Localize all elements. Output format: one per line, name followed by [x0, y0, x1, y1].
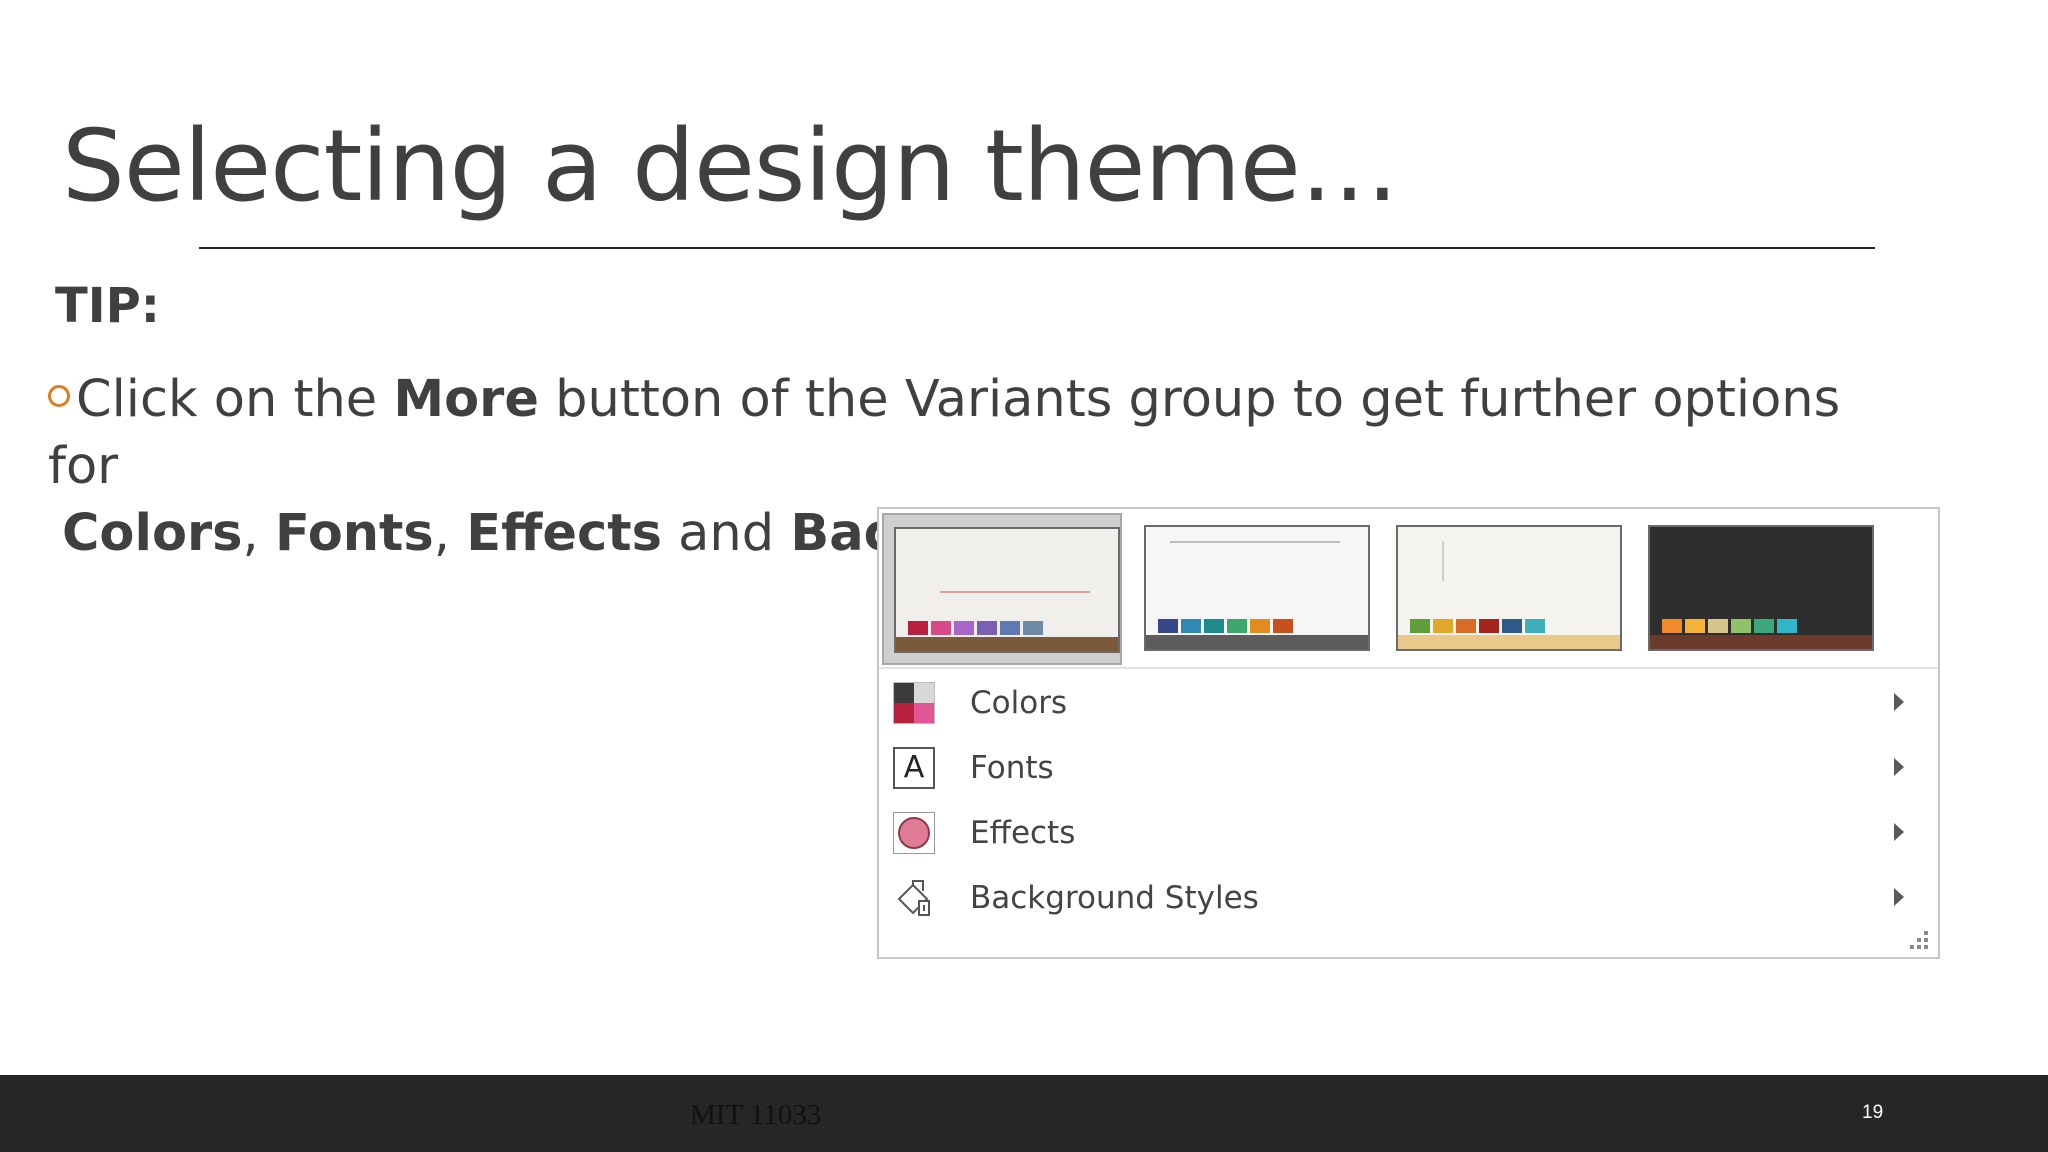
menu-label-colors: Colors	[970, 685, 1068, 721]
color-swatch	[1204, 619, 1224, 633]
menu-item-effects[interactable]: Effects	[879, 801, 1938, 861]
menu-item-fonts[interactable]: A Fonts	[879, 736, 1938, 796]
slide-title: Selecting a design theme…	[62, 109, 1399, 224]
variant-floor	[1650, 635, 1872, 649]
bullet-bold-colors: Colors	[62, 504, 243, 563]
bullet-bold-fonts: Fonts	[274, 504, 434, 563]
bullet-text: ,	[433, 504, 467, 563]
bullet-bold-effects: Effects	[466, 504, 662, 563]
submenu-arrow-icon	[1894, 693, 1904, 711]
variant-floor	[896, 637, 1118, 651]
color-swatch-row	[1662, 619, 1797, 633]
color-swatch	[1708, 619, 1728, 633]
variant-thumbnail[interactable]	[1134, 513, 1374, 665]
color-swatch	[1456, 619, 1476, 633]
color-swatch	[1000, 621, 1020, 635]
color-swatch	[1181, 619, 1201, 633]
color-swatch	[1158, 619, 1178, 633]
background-styles-icon	[893, 877, 935, 919]
color-swatch	[977, 621, 997, 635]
variant-preview	[1648, 525, 1874, 651]
variant-accent-line	[1442, 541, 1444, 581]
variant-accent-line	[940, 591, 1090, 593]
color-swatch	[1433, 619, 1453, 633]
color-swatch	[1777, 619, 1797, 633]
variant-floor	[1146, 635, 1368, 649]
variant-preview	[1144, 525, 1370, 651]
fonts-icon: A	[893, 747, 935, 789]
menu-item-background-styles[interactable]: Background Styles	[879, 866, 1938, 926]
variant-preview	[894, 527, 1120, 653]
variant-floor	[1398, 635, 1620, 649]
bullet-text: Click on the	[76, 370, 394, 429]
color-swatch	[1502, 619, 1522, 633]
color-swatch	[1731, 619, 1751, 633]
color-swatch-row	[1158, 619, 1293, 633]
color-swatch	[1662, 619, 1682, 633]
submenu-arrow-icon	[1894, 823, 1904, 841]
variant-thumbnail[interactable]	[1638, 513, 1878, 665]
menu-label-background-styles: Background Styles	[970, 880, 1259, 916]
menu-label-fonts: Fonts	[970, 750, 1054, 786]
variants-dropdown: Colors A Fonts Effects Background Styles	[877, 507, 1940, 959]
menu-item-colors[interactable]: Colors	[879, 671, 1938, 731]
color-swatch	[1525, 619, 1545, 633]
colors-icon	[893, 682, 935, 724]
submenu-arrow-icon	[1894, 888, 1904, 906]
color-swatch	[1479, 619, 1499, 633]
submenu-arrow-icon	[1894, 758, 1904, 776]
color-swatch	[954, 621, 974, 635]
color-swatch	[1273, 619, 1293, 633]
bullet-bold-more: More	[393, 370, 539, 429]
variant-accent-line	[1170, 541, 1340, 543]
bullet-text: ,	[242, 504, 275, 563]
color-swatch	[1023, 621, 1043, 635]
resize-grip-icon[interactable]	[1910, 931, 1930, 949]
title-divider	[199, 247, 1875, 249]
tip-label: TIP:	[55, 278, 160, 334]
color-swatch	[1754, 619, 1774, 633]
footer-course: MIT 11033	[690, 1099, 822, 1131]
footer-bar: MIT 11033 19	[0, 1075, 2048, 1152]
variant-thumbnail[interactable]	[882, 513, 1122, 665]
effects-icon	[893, 812, 935, 854]
color-swatch	[1685, 619, 1705, 633]
bullet-text: and	[661, 504, 791, 563]
color-swatch	[1227, 619, 1247, 633]
color-swatch	[908, 621, 928, 635]
color-swatch-row	[1410, 619, 1545, 633]
color-swatch	[931, 621, 951, 635]
color-swatch	[1250, 619, 1270, 633]
menu-label-effects: Effects	[970, 815, 1076, 851]
variants-gallery	[879, 509, 1938, 669]
variant-preview	[1396, 525, 1622, 651]
bullet-circle-icon	[48, 385, 70, 407]
slide-number: 19	[1862, 1102, 1884, 1123]
variant-thumbnail[interactable]	[1386, 513, 1626, 665]
color-swatch-row	[908, 621, 1043, 635]
color-swatch	[1410, 619, 1430, 633]
